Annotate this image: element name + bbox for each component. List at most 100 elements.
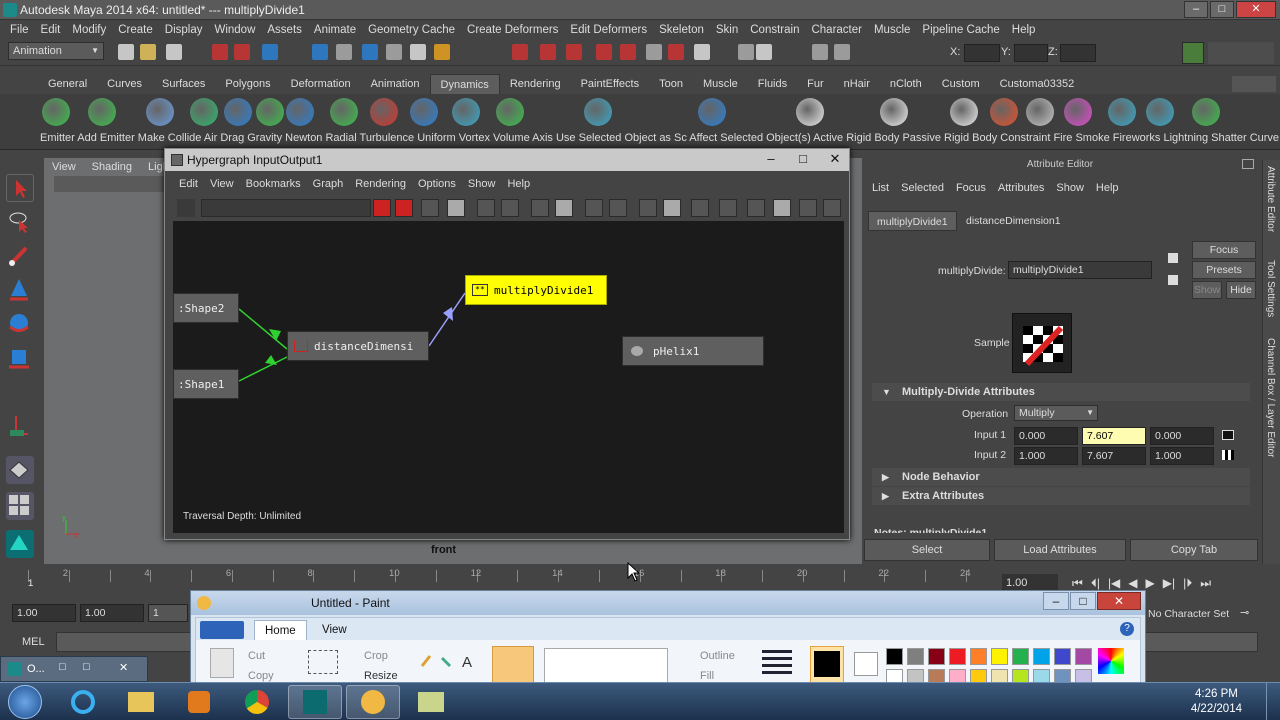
shelf-tool-icon[interactable] xyxy=(1064,98,1092,126)
node-multiply-divide[interactable]: ** multiplyDivide1 xyxy=(465,275,607,305)
mel-label[interactable]: MEL xyxy=(22,636,45,648)
minimize-button[interactable]: – xyxy=(1184,1,1208,18)
hypergraph-graph-area[interactable]: :Shape2 :Shape1 distanceDimensi ** multi… xyxy=(173,221,844,533)
outline-button[interactable]: Outline xyxy=(700,650,735,662)
tab-distance-dimension[interactable]: distanceDimension1 xyxy=(958,211,1069,231)
hypergraph-tool-icon[interactable] xyxy=(531,199,549,217)
shelf-tool-icon[interactable] xyxy=(1146,98,1174,126)
color1-selector[interactable] xyxy=(810,646,844,686)
node-shape1[interactable]: :Shape1 xyxy=(173,369,239,399)
copy-tab-button[interactable]: Copy Tab xyxy=(1130,539,1258,561)
copy-button[interactable]: Copy xyxy=(248,670,274,682)
menu-display[interactable]: Display xyxy=(159,20,209,40)
operation-dropdown[interactable]: Multiply ▼ xyxy=(1014,405,1098,421)
menu-help[interactable]: Help xyxy=(1006,20,1042,40)
shelf-tab-surfaces[interactable]: Surfaces xyxy=(152,74,215,94)
shelf-tool-icon[interactable] xyxy=(452,98,480,126)
focus-button[interactable]: Focus xyxy=(1192,241,1256,259)
texture-map-icon[interactable] xyxy=(1222,450,1234,460)
attr-menu-show[interactable]: Show xyxy=(1050,179,1090,197)
focus-arrow-icon[interactable] xyxy=(1168,253,1178,263)
status-tool-icon[interactable] xyxy=(234,44,250,60)
brushes-icon[interactable] xyxy=(492,646,534,686)
shelf-tab-ncloth[interactable]: nCloth xyxy=(880,74,932,94)
status-tool-icon[interactable] xyxy=(812,44,828,60)
help-icon[interactable]: ? xyxy=(1120,622,1134,636)
paint-maximize-button[interactable]: □ xyxy=(1070,592,1096,610)
paint-tools-icons[interactable]: A xyxy=(418,652,478,671)
status-tool-icon[interactable] xyxy=(166,44,182,60)
hypergraph-tool-icon[interactable] xyxy=(555,199,573,217)
taskbar-app-icon[interactable] xyxy=(404,685,458,719)
node-distance-dimension[interactable]: distanceDimensi xyxy=(287,331,429,361)
hypergraph-minimize-button[interactable]: – xyxy=(763,151,779,167)
play-backward-icon[interactable]: ◀ xyxy=(1128,576,1137,590)
show-manipulator-icon[interactable] xyxy=(6,412,34,440)
shelf-tool-icon[interactable] xyxy=(370,98,398,126)
shelf-tab-animation[interactable]: Animation xyxy=(361,74,430,94)
x-field[interactable] xyxy=(964,44,1000,62)
taskbar-explorer-icon[interactable] xyxy=(114,685,168,719)
play-forward-icon[interactable]: ▶ xyxy=(1146,576,1155,590)
palette-color-swatch[interactable] xyxy=(928,648,945,665)
attr-menu-attributes[interactable]: Attributes xyxy=(992,179,1050,197)
color2-selector[interactable] xyxy=(854,652,878,676)
status-tool-icon[interactable] xyxy=(212,44,228,60)
layout-toggle-icon[interactable] xyxy=(1182,42,1204,64)
shelf-tool-icon[interactable] xyxy=(496,98,524,126)
show-desktop-button[interactable] xyxy=(1266,683,1280,720)
start-button-icon[interactable] xyxy=(8,685,42,719)
hypergraph-tool-icon[interactable] xyxy=(799,199,817,217)
status-tool-icon[interactable] xyxy=(336,44,352,60)
layout-single-icon[interactable] xyxy=(6,456,34,484)
connection-map-icon[interactable] xyxy=(1222,430,1234,440)
paste-icon[interactable] xyxy=(210,648,234,678)
hypergraph-maximize-button[interactable]: □ xyxy=(795,151,811,167)
minimized-window[interactable]: O... □ □ ✕ xyxy=(0,656,148,682)
shelf-tool-icon[interactable] xyxy=(950,98,978,126)
step-forward-key-icon[interactable]: |⏵ xyxy=(1183,576,1192,591)
menu-skin[interactable]: Skin xyxy=(710,20,744,40)
viewport-menu-shading[interactable]: Shading xyxy=(84,158,140,176)
attr-menu-selected[interactable]: Selected xyxy=(895,179,950,197)
shelf-tool-icon[interactable] xyxy=(880,98,908,126)
status-tool-icon[interactable] xyxy=(434,44,450,60)
close-button[interactable]: ✕ xyxy=(1236,1,1276,18)
status-tool-icon[interactable] xyxy=(540,44,556,60)
palette-color-swatch[interactable] xyxy=(886,648,903,665)
menu-pipeline-cache[interactable]: Pipeline Cache xyxy=(916,20,1005,40)
taskbar-maya-icon[interactable] xyxy=(288,685,342,719)
step-forward-frame-icon[interactable]: ▶| xyxy=(1163,576,1175,590)
paint-file-menu-icon[interactable] xyxy=(200,621,244,639)
character-set-label[interactable]: No Character Set xyxy=(1148,608,1229,620)
hypergraph-tool-icon[interactable] xyxy=(639,199,657,217)
hypergraph-menu-options[interactable]: Options xyxy=(412,175,462,193)
tab-multiply-divide[interactable]: multiplyDivide1 xyxy=(868,211,957,231)
shelf-tool-icon[interactable] xyxy=(256,98,284,126)
crop-button[interactable]: Crop xyxy=(364,650,388,662)
section-node-behavior[interactable]: ▶ Node Behavior xyxy=(872,468,1250,486)
status-tool-icon[interactable] xyxy=(566,44,582,60)
input2-x-field[interactable]: 1.000 xyxy=(1014,447,1078,465)
input2-y-field[interactable]: 7.607 xyxy=(1082,447,1146,465)
panel-toggle-icons[interactable] xyxy=(1208,42,1274,64)
taskbar-ie-icon[interactable] xyxy=(56,685,110,719)
menu-window[interactable]: Window xyxy=(208,20,261,40)
menu-animate[interactable]: Animate xyxy=(308,20,362,40)
hypergraph-menu-edit[interactable]: Edit xyxy=(173,175,204,193)
shelf-tab-painteffects[interactable]: PaintEffects xyxy=(571,74,650,94)
palette-color-swatch[interactable] xyxy=(991,648,1008,665)
status-tool-icon[interactable] xyxy=(646,44,662,60)
status-tool-icon[interactable] xyxy=(738,44,754,60)
shelf-tab-polygons[interactable]: Polygons xyxy=(215,74,280,94)
shelf-tool-icon[interactable] xyxy=(42,98,70,126)
fill-button[interactable]: Fill xyxy=(700,670,714,682)
minimized-window-restore[interactable]: □ xyxy=(59,661,66,673)
shelf-tab-muscle[interactable]: Muscle xyxy=(693,74,748,94)
shelf-menu-icons[interactable] xyxy=(1232,76,1276,92)
shelf-tool-icon[interactable] xyxy=(330,98,358,126)
presets-arrow-icon[interactable] xyxy=(1168,275,1178,285)
hypergraph-menu-graph[interactable]: Graph xyxy=(307,175,350,193)
shelf-tool-icon[interactable] xyxy=(698,98,726,126)
side-tab-attribute-editor[interactable]: Attribute Editor xyxy=(1265,166,1276,232)
